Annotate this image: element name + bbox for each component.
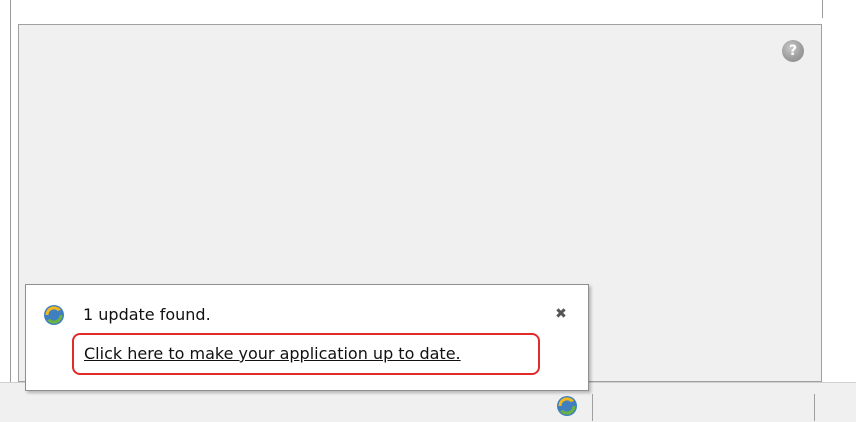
update-link[interactable]: Click here to make your application up t… <box>84 343 461 365</box>
close-icon[interactable]: ✖ <box>552 305 570 323</box>
status-bar-separator <box>814 394 815 421</box>
update-notification-popup: 1 update found. ✖ Click here to make you… <box>25 284 589 391</box>
window-left-border <box>10 0 11 382</box>
update-refresh-icon[interactable] <box>556 395 578 417</box>
update-refresh-icon <box>43 304 65 326</box>
top-panel-strip <box>11 0 823 18</box>
status-bar-separator <box>592 394 593 421</box>
application-window: ? 1 update found. ✖ Click here to make y… <box>0 0 856 422</box>
notification-title: 1 update found. <box>83 305 211 324</box>
help-icon[interactable]: ? <box>782 40 804 62</box>
